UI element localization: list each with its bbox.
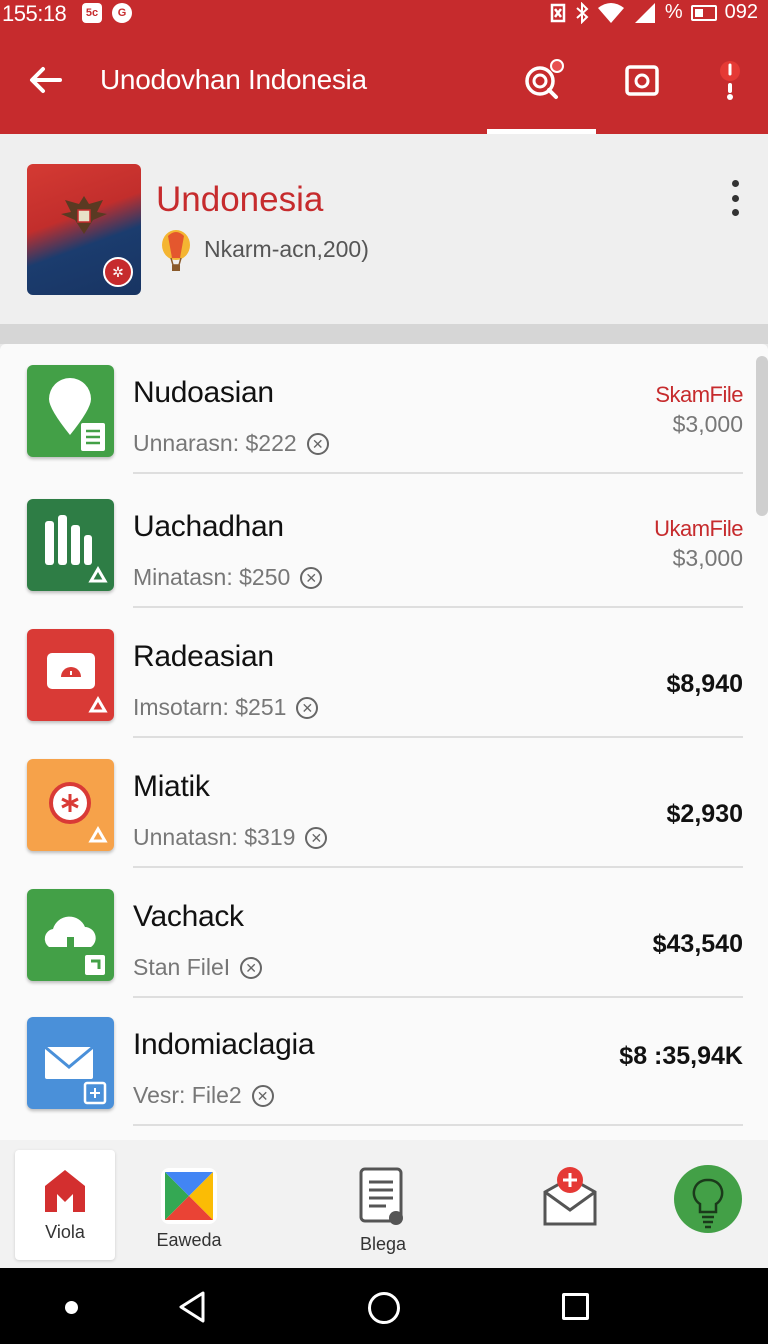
media-icon <box>625 65 659 96</box>
app-bar-title: Unodovhan Indonesia <box>100 64 367 95</box>
garuda-emblem-icon <box>61 196 107 234</box>
item-amount: $2,930 <box>666 800 743 828</box>
item-subtitle-row: Unnarasn: $222 ✕ <box>133 430 329 457</box>
nav-item-viola[interactable]: Viola <box>15 1150 115 1260</box>
search-badge-button[interactable] <box>520 58 564 102</box>
item-subtitle-row: Vesr: File2 ✕ <box>133 1082 274 1109</box>
monitor-alert-icon <box>27 629 114 721</box>
nav-label: Blega <box>359 1234 407 1254</box>
item-title: Radeasian <box>133 640 274 673</box>
remove-icon[interactable]: ✕ <box>305 826 328 849</box>
file-list: Nudoasian Unnarasn: $222 ✕ SkamFile $3,00… <box>0 344 768 1140</box>
remove-icon[interactable]: ✕ <box>306 432 329 455</box>
battery-icon <box>690 4 717 21</box>
bluetooth-icon <box>576 1 589 24</box>
list-item[interactable]: Radeasian Imsotarn: $251 ✕ $8,940 <box>0 608 768 738</box>
item-subtitle: Unnarasn: $222 <box>133 430 297 456</box>
row-divider <box>133 472 743 474</box>
item-amount: $8,940 <box>666 670 743 698</box>
item-tag: SkamFile <box>655 382 743 407</box>
header-title: Undonesia <box>156 180 324 219</box>
notification-box-icon: 5c <box>82 3 102 23</box>
item-amount: $3,000 <box>672 545 743 571</box>
system-back-icon[interactable] <box>177 1290 207 1324</box>
nav-item-eaweda[interactable]: Eaweda <box>140 1150 238 1260</box>
item-subtitle-row: Stan FileI ✕ <box>133 954 263 981</box>
item-amount: $43,540 <box>652 930 743 958</box>
hot-air-balloon-icon <box>162 230 190 271</box>
section-divider <box>0 324 768 344</box>
item-subtitle-row: Imsotarn: $251 ✕ <box>133 694 319 721</box>
item-subtitle: Stan FileI <box>133 954 231 980</box>
item-amount: $3,000 <box>672 411 743 437</box>
mail-icon <box>27 1017 114 1109</box>
system-navigation-bar <box>0 1268 768 1344</box>
image-badge-icon: ✲ <box>103 257 133 287</box>
item-title: Indomiaclagia <box>133 1028 315 1061</box>
item-title: Vachack <box>133 900 244 933</box>
back-arrow-icon[interactable] <box>28 62 64 98</box>
system-home-icon[interactable] <box>368 1292 400 1324</box>
more-options-icon[interactable] <box>724 180 746 216</box>
document-list-icon <box>359 1167 403 1225</box>
header-subtitle: Nkarm-acn,200) <box>204 236 369 262</box>
app-top-bar: 155:18 5c G % 092 Unodovhan Indonesia <box>0 0 768 134</box>
status-right-group: % 092 <box>549 1 758 24</box>
list-item[interactable]: Miatik Unnatasn: $319 ✕ $2,930 <box>0 738 768 868</box>
remove-icon[interactable]: ✕ <box>251 1084 274 1107</box>
item-subtitle: Vesr: File2 <box>133 1082 242 1108</box>
alert-icon <box>720 61 740 100</box>
nav-item-blega[interactable]: Blega <box>334 1150 432 1260</box>
item-tag: UkamFile <box>654 516 743 541</box>
item-amount: $8 :35,94K <box>619 1042 743 1070</box>
play-store-icon <box>161 1168 217 1224</box>
bottom-navigation: Viola Eaweda Blega <box>0 1140 768 1268</box>
nfc-icon <box>550 3 566 22</box>
item-title: Uachadhan <box>133 510 284 543</box>
list-item[interactable]: Vachack Stan FileI ✕ $43,540 <box>0 868 768 998</box>
status-bar: 155:18 5c G % 092 <box>0 0 768 28</box>
search-badge-icon <box>525 59 564 99</box>
item-subtitle-row: Minatasn: $250 ✕ <box>133 564 323 591</box>
remove-icon[interactable]: ✕ <box>240 956 263 979</box>
wifi-icon <box>597 2 624 23</box>
remove-icon[interactable]: ✕ <box>300 566 323 589</box>
status-number: 092 <box>724 1 758 23</box>
tree-cloud-icon <box>27 889 114 981</box>
google-icon: G <box>112 3 132 23</box>
mail-add-icon <box>543 1167 597 1226</box>
home-icon <box>45 1170 85 1212</box>
assistant-dot-icon[interactable] <box>65 1301 78 1314</box>
item-subtitle-row: Unnatasn: $319 ✕ <box>133 824 328 851</box>
lightbulb-icon <box>674 1165 742 1233</box>
country-image[interactable]: ✲ <box>27 164 141 295</box>
list-item[interactable]: Uachadhan Minatasn: $250 ✕ UkamFile $3,00… <box>0 478 768 608</box>
asterisk-circle-icon <box>27 759 114 851</box>
status-time: 155:18 <box>2 1 67 26</box>
map-pin-doc-icon <box>27 365 114 457</box>
row-divider <box>133 1124 743 1126</box>
item-subtitle: Imsotarn: $251 <box>133 694 287 720</box>
bar-chart-icon <box>27 499 114 591</box>
nav-item-idea[interactable] <box>668 1150 748 1260</box>
signal-icon <box>634 2 655 23</box>
nav-label: Eaweda <box>156 1230 222 1250</box>
item-title: Nudoasian <box>133 376 274 409</box>
item-subtitle: Unnatasn: $319 <box>133 824 296 850</box>
item-subtitle: Minatasn: $250 <box>133 564 291 590</box>
country-header: ✲ <box>0 134 768 324</box>
status-percent: % <box>664 1 683 23</box>
nav-item-mail-add[interactable] <box>530 1150 610 1260</box>
item-title: Miatik <box>133 770 210 803</box>
media-button[interactable] <box>620 58 664 102</box>
alert-button[interactable] <box>708 58 752 102</box>
remove-icon[interactable]: ✕ <box>296 696 319 719</box>
nav-label: Viola <box>45 1222 85 1242</box>
list-item[interactable]: Nudoasian Unnarasn: $222 ✕ SkamFile $3,00… <box>0 344 768 474</box>
system-recents-icon[interactable] <box>562 1293 589 1320</box>
list-item[interactable]: Indomiaclagia Vesr: File2 ✕ $8 :35,94K <box>0 996 768 1126</box>
